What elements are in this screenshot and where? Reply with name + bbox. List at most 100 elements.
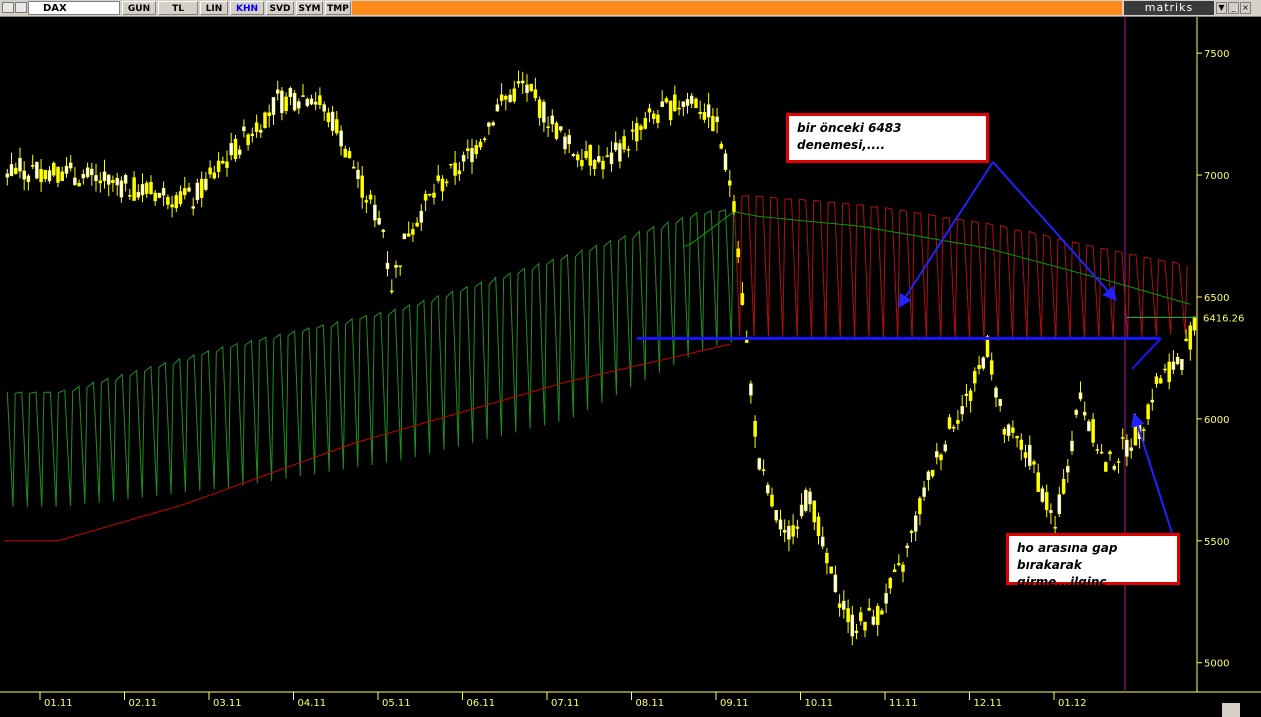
candle: [140, 173, 145, 203]
y-tick-label: 5500: [1204, 537, 1229, 548]
candle: [1057, 486, 1062, 517]
candle: [56, 166, 60, 188]
sym-button[interactable]: SYM: [296, 1, 323, 15]
candle: [1019, 433, 1024, 461]
candle-body: [1078, 392, 1083, 400]
symbol-field[interactable]: DAX: [28, 1, 120, 15]
candle-body: [1066, 466, 1070, 473]
candle-body: [1146, 404, 1150, 420]
candle-body: [81, 173, 86, 179]
candle-body: [643, 118, 648, 129]
candle-body: [5, 173, 10, 178]
candle: [470, 138, 474, 174]
candle-body: [546, 126, 550, 128]
candle-body: [799, 504, 804, 517]
candle-body: [804, 489, 808, 511]
candle: [326, 107, 331, 128]
candle: [482, 136, 487, 143]
candle-body: [60, 171, 64, 182]
candle: [719, 141, 724, 150]
candle: [174, 192, 179, 213]
candle-body: [951, 426, 956, 429]
y-tick-label: 6000: [1204, 415, 1229, 426]
candle: [39, 159, 43, 193]
tmp-button[interactable]: TMP: [325, 1, 351, 15]
candle-body: [297, 101, 301, 109]
candle-body: [656, 114, 660, 123]
candle-body: [1091, 419, 1095, 443]
annotation-box-2: ho arasına gap bırakarak girme...ilginç: [1006, 533, 1180, 589]
candle: [951, 424, 956, 432]
candle: [888, 577, 893, 594]
candle: [508, 89, 512, 103]
candle-body: [1099, 451, 1104, 454]
candle: [795, 519, 800, 538]
candle-body: [1082, 411, 1087, 416]
candle-body: [537, 99, 542, 118]
minimize-icon[interactable]: _: [1228, 2, 1239, 14]
candle: [1192, 316, 1197, 336]
candle-body: [208, 167, 212, 175]
candle-body: [850, 614, 855, 637]
tl-button[interactable]: TL: [158, 1, 198, 15]
candle-body: [968, 390, 973, 401]
candle: [1032, 459, 1036, 474]
candle-body: [85, 167, 90, 178]
candle-body: [212, 172, 217, 179]
candle-button[interactable]: KHN: [230, 1, 264, 15]
candle-body: [174, 195, 179, 209]
close-icon[interactable]: ×: [1240, 2, 1251, 14]
candle-body: [39, 169, 43, 183]
candle: [406, 221, 411, 237]
candle: [1171, 350, 1176, 374]
svd-button[interactable]: SVD: [266, 1, 294, 15]
candle-body: [647, 108, 652, 113]
candle: [1066, 459, 1070, 483]
candle-body: [402, 233, 407, 240]
candle: [102, 159, 107, 189]
candle: [1091, 413, 1095, 447]
candle: [166, 194, 170, 210]
candle: [626, 145, 631, 158]
candle-body: [140, 184, 145, 196]
candle: [216, 151, 221, 179]
candle-body: [343, 148, 348, 158]
period-daily-button[interactable]: GUN: [122, 1, 156, 15]
candle-body: [237, 149, 242, 155]
chart-icon[interactable]: [15, 2, 27, 13]
candle-body: [1053, 527, 1057, 529]
candle: [520, 71, 525, 94]
candle-body: [1120, 437, 1125, 439]
candle: [647, 103, 652, 123]
candle-body: [943, 444, 948, 452]
candle-body: [1044, 492, 1049, 511]
dropdown-icon[interactable]: ▼: [1216, 2, 1227, 14]
menu-icon[interactable]: [2, 2, 14, 13]
candle-body: [423, 193, 428, 201]
candle: [744, 330, 749, 343]
x-tick-label: 04.11: [298, 698, 327, 709]
x-tick-label: 08.11: [636, 698, 665, 709]
candle: [1006, 423, 1011, 442]
candle-body: [1040, 488, 1045, 502]
candle: [170, 195, 174, 218]
candle: [778, 509, 783, 537]
candle: [850, 605, 855, 646]
candle-body: [1070, 440, 1074, 452]
candle-body: [1184, 338, 1188, 341]
candle: [487, 121, 491, 135]
linear-button[interactable]: LIN: [200, 1, 228, 15]
candle-body: [774, 510, 778, 521]
candle: [571, 152, 576, 158]
candle-body: [381, 229, 386, 232]
candle-body: [884, 593, 888, 604]
candle-body: [128, 195, 132, 197]
candle: [153, 189, 157, 206]
candle: [250, 127, 255, 143]
candle-body: [816, 516, 821, 536]
candle: [271, 97, 276, 125]
candle-body: [867, 607, 871, 611]
scroll-handle[interactable]: [1222, 703, 1240, 717]
candle: [702, 103, 707, 123]
candle: [529, 83, 533, 92]
